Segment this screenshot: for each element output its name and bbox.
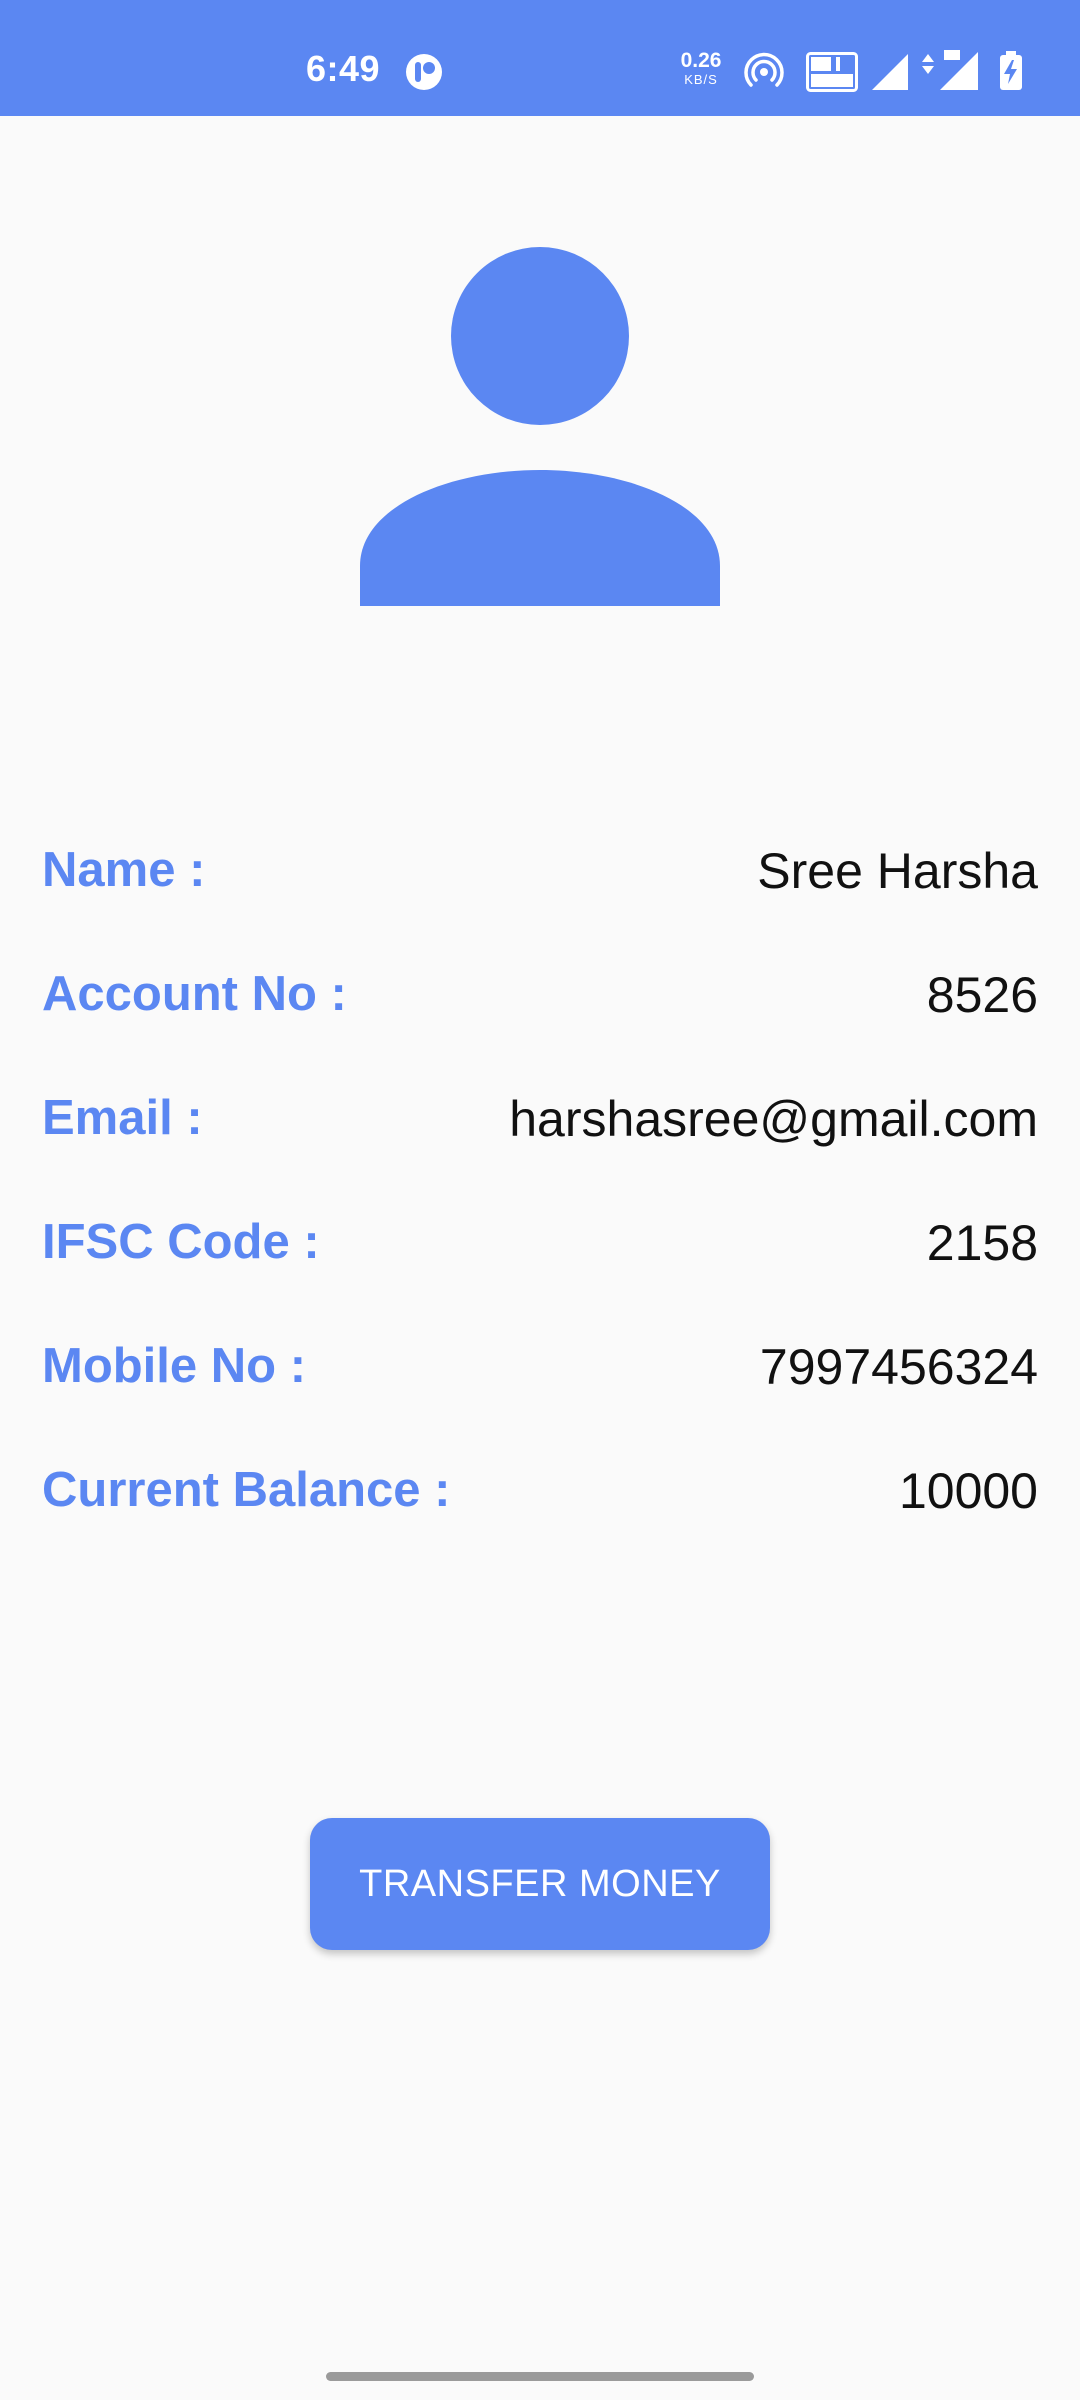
mobile-label: Mobile No : — [42, 1339, 307, 1393]
email-label: Email : — [42, 1091, 203, 1145]
detail-row-mobile: Mobile No : 7997456324 — [42, 1324, 1038, 1448]
balance-value: 10000 — [898, 1463, 1038, 1519]
detail-row-account-no: Account No : 8526 — [42, 952, 1038, 1076]
account-no-label: Account No : — [42, 967, 347, 1021]
hotspot-icon — [744, 52, 784, 87]
person-icon — [360, 247, 720, 606]
status-bar: 6:49 0.26 KB/S — [0, 0, 1080, 116]
email-value: harshasree@gmail.com — [509, 1091, 1038, 1147]
account-no-value: 8526 — [926, 967, 1038, 1023]
status-time: 6:49 — [306, 48, 381, 89]
detail-row-balance: Current Balance : 10000 — [42, 1448, 1038, 1572]
signal-icon — [872, 54, 908, 90]
balance-label: Current Balance : — [42, 1463, 451, 1517]
detail-row-name: Name : Sree Harsha — [42, 828, 1038, 952]
network-speed-unit: KB/S — [684, 72, 718, 87]
detail-row-email: Email : harshasree@gmail.com — [42, 1076, 1038, 1200]
network-speed: 0.26 KB/S — [676, 50, 726, 86]
detail-row-ifsc: IFSC Code : 2158 — [42, 1200, 1038, 1324]
app-notification-icon — [406, 54, 442, 90]
gesture-nav-bar[interactable] — [326, 2372, 754, 2381]
ifsc-label: IFSC Code : — [42, 1215, 320, 1269]
network-speed-value: 0.26 — [680, 49, 722, 72]
transfer-money-button[interactable]: TRANSFER MONEY — [310, 1818, 770, 1950]
mobile-value: 7997456324 — [759, 1339, 1038, 1395]
battery-charging-icon — [1000, 51, 1022, 90]
volte-icon — [806, 52, 858, 92]
name-label: Name : — [42, 843, 206, 897]
signal-4g-icon — [922, 50, 978, 90]
name-value: Sree Harsha — [757, 843, 1038, 899]
ifsc-value: 2158 — [926, 1215, 1038, 1271]
account-details: Name : Sree Harsha Account No : 8526 Ema… — [42, 828, 1038, 1572]
